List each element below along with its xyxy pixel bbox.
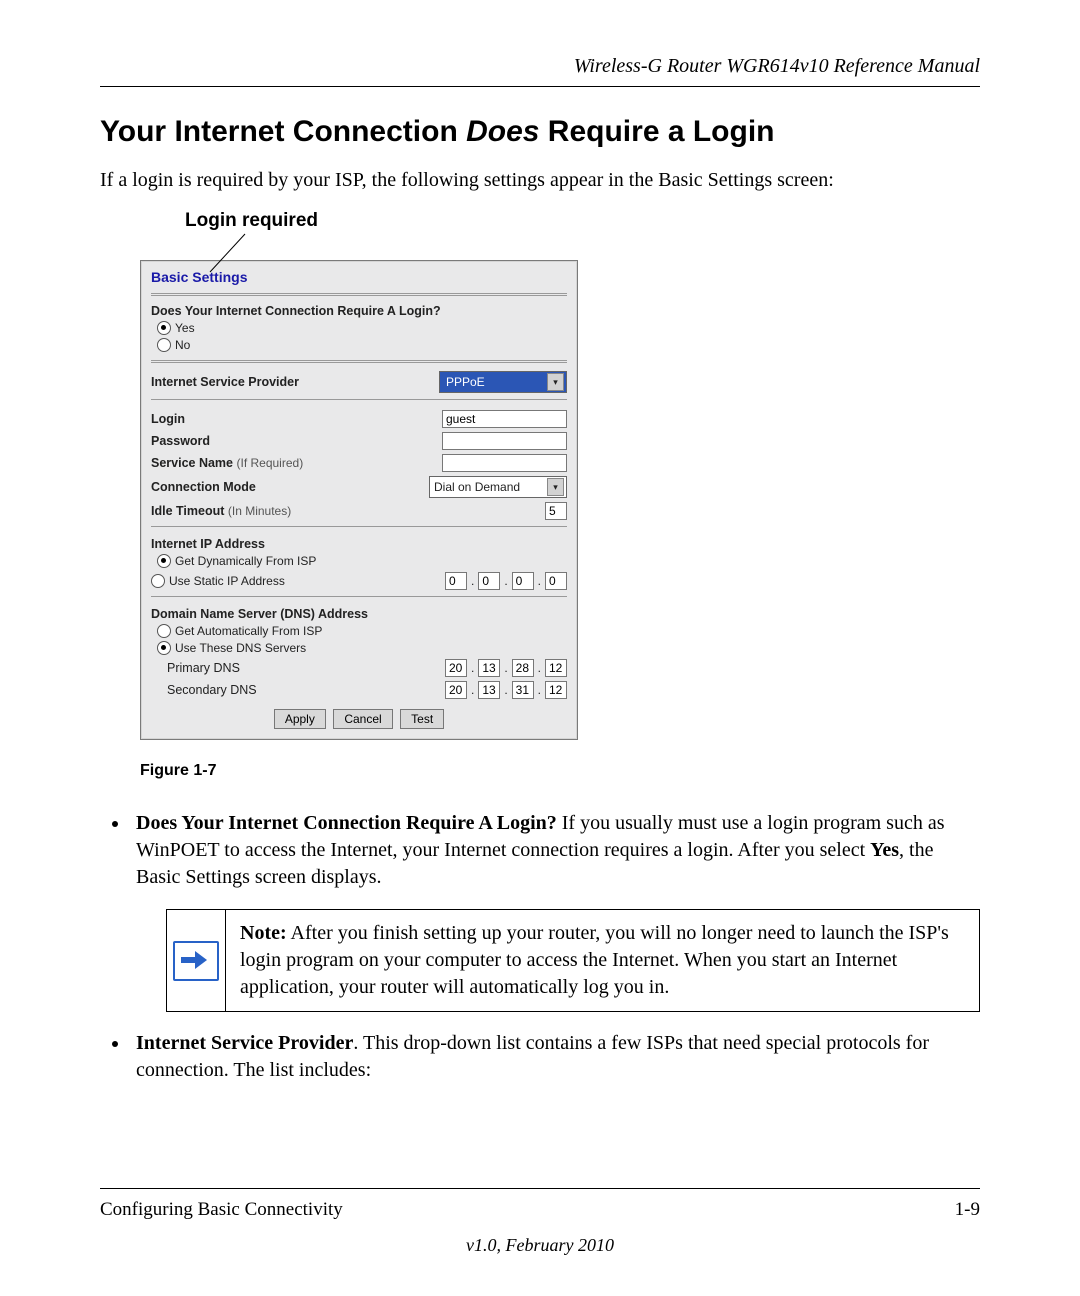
note-text: Note: After you finish setting up your r… xyxy=(226,910,979,1011)
callout-label: Login required xyxy=(185,210,640,232)
radio-ip-static-label: Use Static IP Address xyxy=(169,574,285,588)
radio-yes[interactable] xyxy=(157,321,171,335)
ip-octet-3[interactable] xyxy=(512,572,534,590)
radio-ip-static[interactable] xyxy=(151,574,165,588)
mode-select[interactable]: Dial on Demand ▾ xyxy=(429,476,567,498)
footer-rule xyxy=(100,1188,980,1189)
footer-section: Configuring Basic Connectivity xyxy=(100,1199,343,1221)
test-button[interactable]: Test xyxy=(400,709,444,729)
note-body: After you finish setting up your router,… xyxy=(240,922,949,998)
login-question: Does Your Internet Connection Require A … xyxy=(151,304,567,318)
dns-primary-1[interactable] xyxy=(445,659,467,677)
figure-area: Login required Basic Settings Does Your … xyxy=(140,210,640,780)
dns-primary-3[interactable] xyxy=(512,659,534,677)
radio-dns-auto[interactable] xyxy=(157,624,171,638)
note-label: Note: xyxy=(240,922,287,944)
radio-no-label: No xyxy=(175,338,190,352)
isp-label: Internet Service Provider xyxy=(151,375,299,389)
service-input[interactable] xyxy=(442,454,567,472)
service-hint: (If Required) xyxy=(237,456,304,470)
idle-label: Idle Timeout xyxy=(151,504,224,518)
divider xyxy=(151,596,567,597)
figure-caption: Figure 1-7 xyxy=(140,762,640,780)
password-label: Password xyxy=(151,434,210,448)
bullet2-lead: Internet Service Provider xyxy=(136,1032,353,1054)
heading-pre: Your Internet Connection xyxy=(100,115,466,148)
isp-select[interactable]: PPPoE ▾ xyxy=(439,371,567,393)
radio-no[interactable] xyxy=(157,338,171,352)
service-label: Service Name xyxy=(151,456,233,470)
mode-selected-value: Dial on Demand xyxy=(434,480,520,494)
chevron-down-icon: ▾ xyxy=(547,373,564,391)
divider xyxy=(151,293,567,296)
manual-title: Wireless-G Router WGR614v10 Reference Ma… xyxy=(100,55,980,78)
list-item: Internet Service Provider. This drop-dow… xyxy=(130,1030,980,1084)
mode-label: Connection Mode xyxy=(151,480,256,494)
isp-selected-value: PPPoE xyxy=(444,375,487,389)
divider xyxy=(151,526,567,527)
footer-version: v1.0, February 2010 xyxy=(100,1235,980,1256)
dns-primary-2[interactable] xyxy=(478,659,500,677)
section-heading: Your Internet Connection Does Require a … xyxy=(100,115,980,149)
radio-ip-dynamic[interactable] xyxy=(157,554,171,568)
idle-hint: (In Minutes) xyxy=(228,504,291,518)
panel-title: Basic Settings xyxy=(151,269,567,285)
login-input[interactable] xyxy=(442,410,567,428)
dns-secondary-4[interactable] xyxy=(545,681,567,699)
list-item: Does Your Internet Connection Require A … xyxy=(130,810,980,1012)
radio-yes-label: Yes xyxy=(175,321,195,335)
divider xyxy=(151,360,567,363)
note-box: Note: After you finish setting up your r… xyxy=(166,909,980,1012)
dns-secondary-3[interactable] xyxy=(512,681,534,699)
login-label: Login xyxy=(151,412,185,426)
header-rule xyxy=(100,86,980,87)
bullet-list: Does Your Internet Connection Require A … xyxy=(100,810,980,1084)
radio-dns-use-label: Use These DNS Servers xyxy=(175,641,306,655)
dns-secondary-1[interactable] xyxy=(445,681,467,699)
dns-heading: Domain Name Server (DNS) Address xyxy=(151,607,567,621)
ip-octet-1[interactable] xyxy=(445,572,467,590)
cancel-button[interactable]: Cancel xyxy=(333,709,392,729)
ip-octet-2[interactable] xyxy=(478,572,500,590)
radio-dns-auto-label: Get Automatically From ISP xyxy=(175,624,322,638)
idle-input[interactable] xyxy=(545,502,567,520)
page-number: 1-9 xyxy=(955,1199,980,1221)
password-input[interactable] xyxy=(442,432,567,450)
apply-button[interactable]: Apply xyxy=(274,709,326,729)
arrow-right-icon xyxy=(173,941,219,981)
callout-line xyxy=(245,234,246,272)
radio-ip-dynamic-label: Get Dynamically From ISP xyxy=(175,554,316,568)
basic-settings-panel: Basic Settings Does Your Internet Connec… xyxy=(140,260,578,740)
intro-paragraph: If a login is required by your ISP, the … xyxy=(100,169,980,192)
page-footer: Configuring Basic Connectivity 1-9 v1.0,… xyxy=(100,1188,980,1256)
radio-dns-use[interactable] xyxy=(157,641,171,655)
heading-post: Require a Login xyxy=(539,115,774,148)
chevron-down-icon: ▾ xyxy=(547,478,564,496)
note-icon-cell xyxy=(167,910,226,1011)
ip-heading: Internet IP Address xyxy=(151,537,567,551)
dns-primary-label: Primary DNS xyxy=(167,661,240,675)
divider xyxy=(151,399,567,400)
dns-secondary-2[interactable] xyxy=(478,681,500,699)
bullet1-lead: Does Your Internet Connection Require A … xyxy=(136,812,557,834)
bullet1-yes: Yes xyxy=(870,839,899,861)
heading-does: Does xyxy=(466,115,539,148)
dns-primary-4[interactable] xyxy=(545,659,567,677)
dns-secondary-label: Secondary DNS xyxy=(167,683,257,697)
ip-octet-4[interactable] xyxy=(545,572,567,590)
